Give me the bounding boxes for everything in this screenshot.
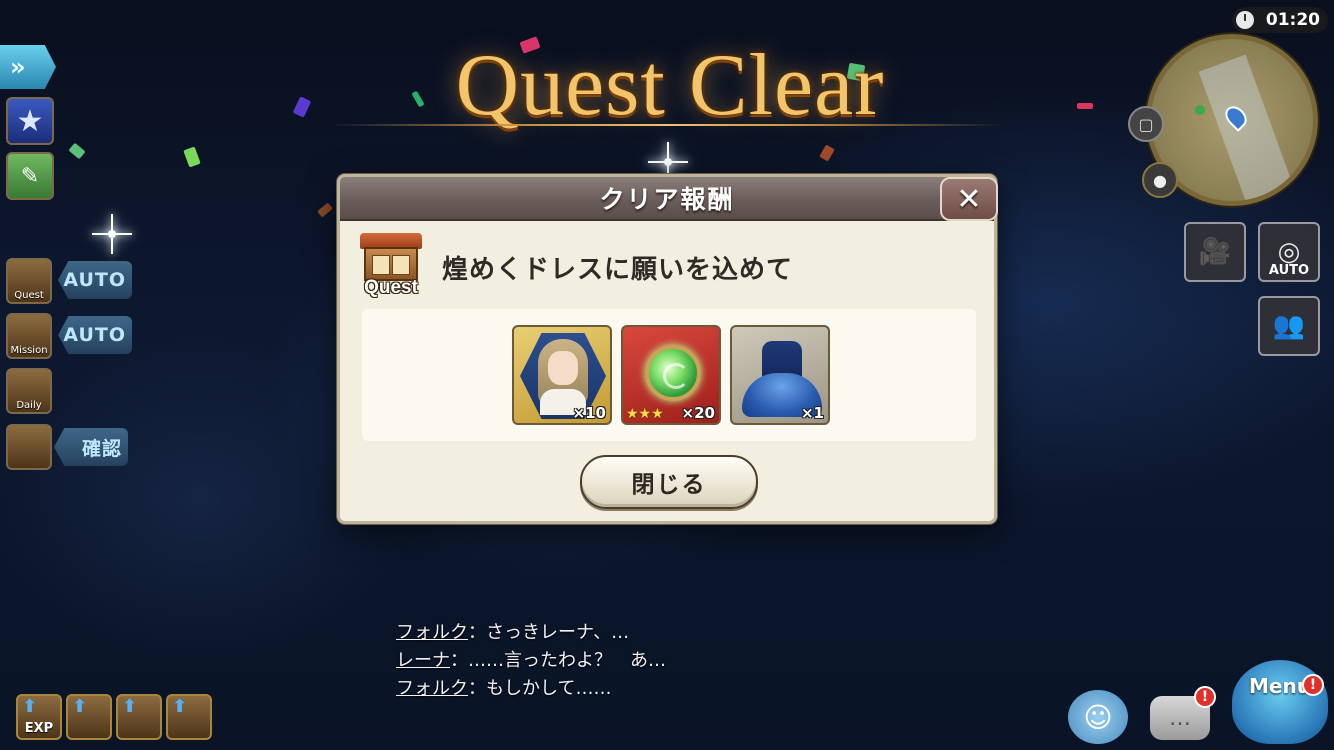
emote-button[interactable]: ☺ <box>1068 690 1128 744</box>
chat-icon: … <box>1169 705 1191 731</box>
reward-item-orb[interactable]: ★★★ ×20 <box>621 325 721 425</box>
reward-count: ×10 <box>572 404 606 422</box>
menu-button[interactable]: Menu ! <box>1232 660 1328 744</box>
chat-line: フォルク：さっきレーナ、… <box>396 618 629 644</box>
title-divider <box>330 124 1004 126</box>
camera-button[interactable]: 🎥 <box>1184 222 1246 282</box>
minimap-path <box>1198 54 1294 201</box>
party-button[interactable]: 👥 <box>1258 296 1320 356</box>
timer-value: 01:20 <box>1265 10 1320 30</box>
confetti <box>1077 103 1093 109</box>
daily-menu-label: Daily <box>16 400 42 411</box>
quest-menu-button[interactable]: Quest <box>6 258 52 304</box>
dialog-title: クリア報酬 <box>599 185 735 214</box>
confetti <box>292 96 312 118</box>
fast-forward-icon: » <box>10 53 26 81</box>
sparkle-icon <box>92 214 132 254</box>
star-icon: ★ <box>16 103 44 139</box>
exp-boost-button[interactable]: ⬆ EXP <box>16 694 62 740</box>
reward-count: ×1 <box>800 404 824 422</box>
quest-clear-title: Quest Clear <box>455 37 885 134</box>
chat-speaker[interactable]: レーナ <box>396 650 450 671</box>
close-icon: ✕ <box>956 181 982 217</box>
chat-text: ：……言ったわよ？ あ… <box>450 650 666 671</box>
confirm-tag[interactable]: 確認 <box>54 428 128 466</box>
clock-icon <box>1236 11 1254 29</box>
confetti <box>411 90 425 108</box>
party-icon: 👥 <box>1272 311 1306 341</box>
drop-boost-button[interactable]: ⬆ <box>166 694 212 740</box>
confetti <box>819 144 835 162</box>
map-expand-icon: ▢ <box>1138 114 1154 134</box>
timer: 01:20 <box>1232 7 1328 33</box>
up-arrow-icon: ⬆ <box>72 696 88 717</box>
minimap-npc-marker <box>1195 105 1205 115</box>
quest-name: 煌めくドレスに願いを込めて <box>442 255 794 285</box>
reward-dialog: クリア報酬 ✕ Quest 煌めくドレスに願いを込めて ×10 ★★★ ×20 … <box>337 174 998 524</box>
inventory-button[interactable] <box>6 424 52 470</box>
favorite-star-button[interactable]: ★ <box>6 97 54 145</box>
camera-icon: 🎥 <box>1198 237 1232 267</box>
quest-icon-label: Quest <box>364 277 418 298</box>
quest-auto-toggle[interactable]: AUTO <box>58 261 132 299</box>
orb-icon <box>645 345 701 401</box>
coin-boost-button[interactable]: ⬆ <box>66 694 112 740</box>
auto-camera-button[interactable]: ◎ AUTO <box>1258 222 1320 282</box>
reward-list: ×10 ★★★ ×20 ×1 <box>362 309 976 441</box>
mission-menu-button[interactable]: Mission <box>6 313 52 359</box>
map-button[interactable]: ✎ <box>6 152 54 200</box>
chat-text: ：もしかして…… <box>468 678 612 699</box>
quest-menu-label: Quest <box>14 290 44 301</box>
quest-icon: Quest <box>358 233 424 301</box>
map-expand-button[interactable]: ▢ <box>1128 106 1164 142</box>
chat-notification-badge: ! <box>1194 686 1216 708</box>
confetti <box>183 146 201 168</box>
chat-text: ：さっきレーナ、… <box>468 622 630 643</box>
character-button[interactable]: ● <box>1142 162 1178 198</box>
reward-item-dress[interactable]: ×1 <box>730 325 830 425</box>
mission-menu-label: Mission <box>10 345 48 356</box>
chat-line: フォルク：もしかして…… <box>396 674 611 700</box>
reward-item-character[interactable]: ×10 <box>512 325 612 425</box>
up-arrow-icon: ⬆ <box>122 696 138 717</box>
close-button[interactable]: ✕ <box>940 177 998 221</box>
fast-forward-button[interactable]: » <box>0 45 56 89</box>
smile-icon: ☺ <box>1083 700 1113 734</box>
menu-notification-badge: ! <box>1302 674 1324 696</box>
item-boost-button[interactable]: ⬆ <box>116 694 162 740</box>
rarity-stars: ★★★ <box>626 406 664 422</box>
dialog-header: クリア報酬 ✕ <box>340 177 998 221</box>
chat-button[interactable]: … ! <box>1150 686 1216 740</box>
daily-menu-button[interactable]: Daily <box>6 368 52 414</box>
up-arrow-icon: ⬆ <box>22 696 38 717</box>
mission-auto-toggle[interactable]: AUTO <box>58 316 132 354</box>
exp-label: EXP <box>24 721 54 736</box>
close-dialog-button[interactable]: 閉じる <box>580 455 758 509</box>
face-icon: ● <box>1153 170 1167 190</box>
chat-speaker[interactable]: フォルク <box>396 622 468 643</box>
confetti <box>68 142 86 160</box>
confetti <box>317 202 333 218</box>
reward-count: ×20 <box>681 404 715 422</box>
map-icon: ✎ <box>20 163 40 189</box>
auto-camera-label: AUTO <box>1268 263 1310 278</box>
up-arrow-icon: ⬆ <box>172 696 188 717</box>
chat-line: レーナ：……言ったわよ？ あ… <box>396 646 666 672</box>
chat-speaker[interactable]: フォルク <box>396 678 468 699</box>
